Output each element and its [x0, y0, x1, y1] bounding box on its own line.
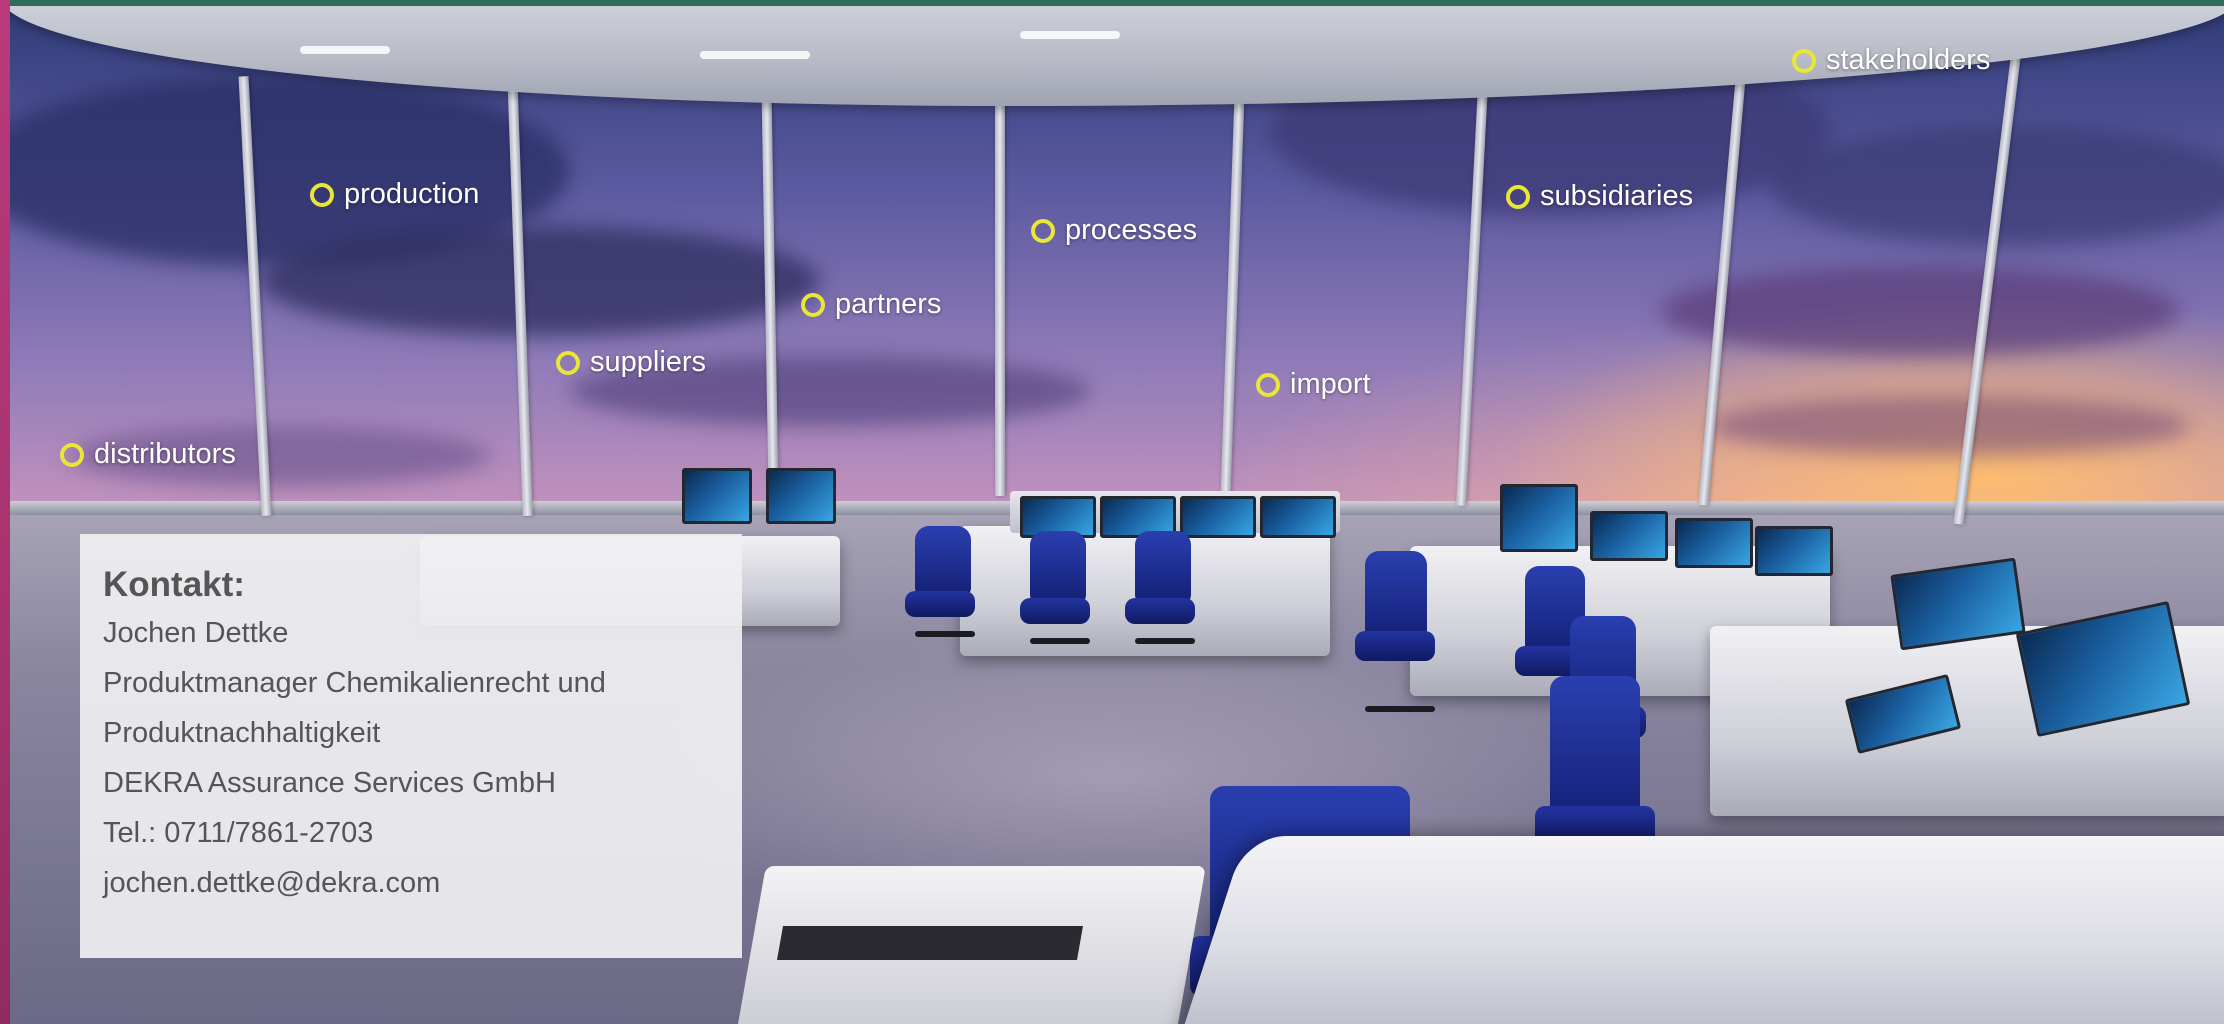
label-partners: partners — [801, 288, 941, 321]
console-screen — [1675, 518, 1753, 568]
console-screen — [1590, 511, 1668, 561]
label-subsidiaries: subsidiaries — [1506, 180, 1693, 213]
label-processes: processes — [1031, 214, 1197, 247]
circle-icon — [60, 442, 84, 467]
contact-title-line2: Produktnachhaltigkeit — [103, 717, 381, 749]
contact-company: DEKRA Assurance Services GmbH — [103, 767, 556, 799]
console-screen — [1180, 496, 1256, 538]
label-text: suppliers — [590, 346, 707, 378]
label-text: import — [1290, 368, 1371, 400]
cloud — [1710, 396, 2190, 456]
circle-icon — [556, 350, 580, 375]
printer-slot — [777, 926, 1083, 960]
window-mullion — [995, 76, 1005, 496]
label-text: partners — [835, 288, 942, 320]
label-text: stakeholders — [1826, 44, 1991, 76]
cloud — [1660, 266, 2180, 356]
monitor — [766, 468, 836, 524]
label-text: production — [344, 178, 480, 210]
circle-icon — [1031, 218, 1055, 243]
chair — [1030, 531, 1086, 603]
contact-title-line1: Produktmanager Chemikalienrecht und — [103, 667, 606, 699]
front-desk — [1174, 836, 2224, 1024]
label-text: subsidiaries — [1540, 180, 1694, 212]
chair-seat — [1020, 598, 1090, 624]
label-import: import — [1256, 368, 1371, 401]
label-production: production — [310, 178, 479, 211]
chair — [1135, 531, 1191, 603]
label-suppliers: suppliers — [556, 346, 706, 379]
console-screen — [1260, 496, 1336, 538]
label-text: processes — [1065, 214, 1198, 246]
label-text: distributors — [94, 438, 236, 470]
contact-heading: Kontakt: — [103, 565, 245, 604]
ceiling-light — [700, 51, 810, 59]
label-stakeholders: stakeholders — [1792, 44, 1990, 77]
contact-email[interactable]: jochen.dettke@dekra.com — [103, 858, 742, 908]
ceiling-light — [1020, 31, 1120, 39]
circle-icon — [1792, 48, 1816, 73]
chair — [1365, 551, 1427, 641]
chair-base — [1030, 638, 1090, 644]
chair-seat — [1125, 598, 1195, 624]
chair — [915, 526, 971, 596]
monitor — [682, 468, 752, 524]
cloud — [260, 226, 820, 336]
chair-seat — [905, 591, 975, 617]
contact-box: Kontakt: Jochen Dettke Produktmanager Ch… — [80, 534, 742, 958]
contact-phone: Tel.: 0711/7861-2703 — [103, 817, 374, 849]
label-distributors: distributors — [60, 438, 236, 471]
console-screen — [1755, 526, 1833, 576]
circle-icon — [310, 182, 334, 207]
left-frame-border — [0, 0, 10, 1024]
chair-base — [1135, 638, 1195, 644]
circle-icon — [1506, 184, 1530, 209]
chair-seat — [1355, 631, 1435, 661]
circle-icon — [1256, 372, 1280, 397]
chair-base — [1365, 706, 1435, 712]
circle-icon — [801, 292, 825, 317]
chair — [1550, 676, 1640, 826]
ceiling-light — [300, 46, 390, 54]
console-screen — [1500, 484, 1578, 552]
chair-base — [915, 631, 975, 637]
contact-name: Jochen Dettke — [103, 617, 289, 649]
